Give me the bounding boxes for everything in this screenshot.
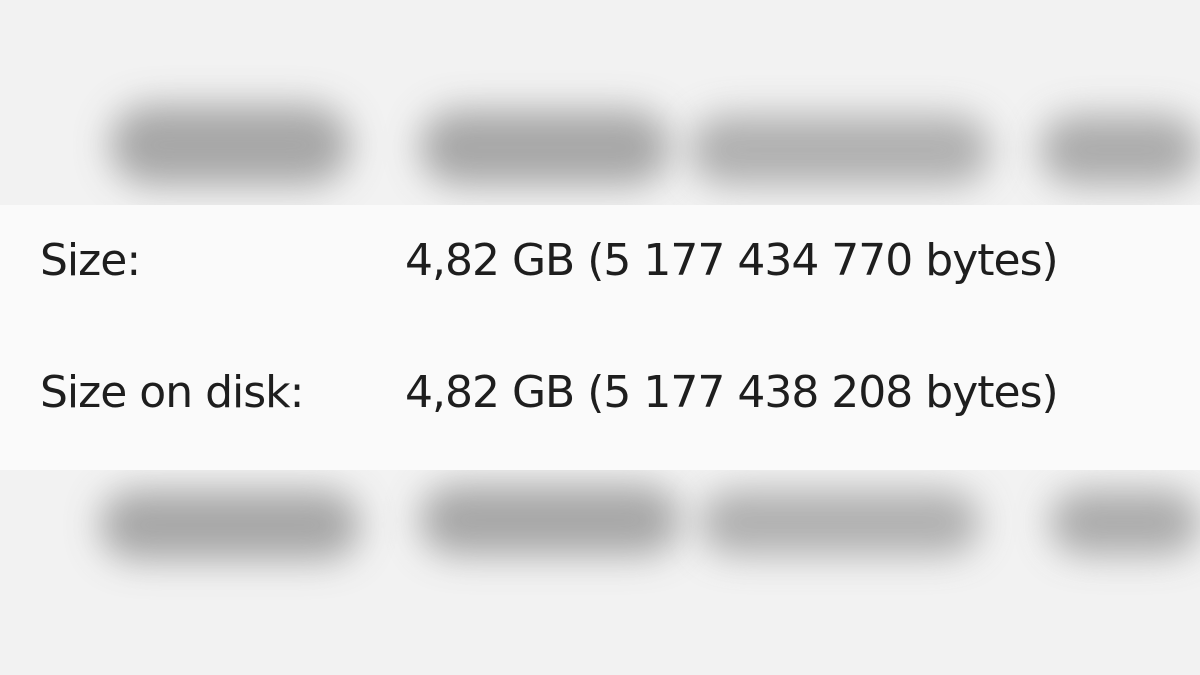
blurred-text-block (100, 490, 360, 560)
blurred-background-bottom (0, 470, 1200, 675)
size-on-disk-label: Size on disk: (40, 367, 304, 418)
blurred-text-block (110, 105, 350, 185)
blurred-text-block (420, 110, 670, 185)
size-on-disk-value: 4,82 GB (5 177 438 208 bytes) (405, 367, 1059, 418)
size-row: Size: 4,82 GB (5 177 434 770 bytes) (0, 235, 1200, 305)
size-label: Size: (40, 235, 141, 286)
file-properties-panel: Size: 4,82 GB (5 177 434 770 bytes) Size… (0, 205, 1200, 470)
blurred-text-block (420, 485, 680, 555)
size-value: 4,82 GB (5 177 434 770 bytes) (405, 235, 1059, 286)
blurred-text-block (690, 115, 990, 185)
blurred-text-block (700, 490, 980, 555)
blurred-background-top (0, 0, 1200, 205)
blurred-text-block (1040, 115, 1200, 185)
size-on-disk-row: Size on disk: 4,82 GB (5 177 438 208 byt… (0, 367, 1200, 437)
blurred-text-block (1050, 490, 1200, 555)
